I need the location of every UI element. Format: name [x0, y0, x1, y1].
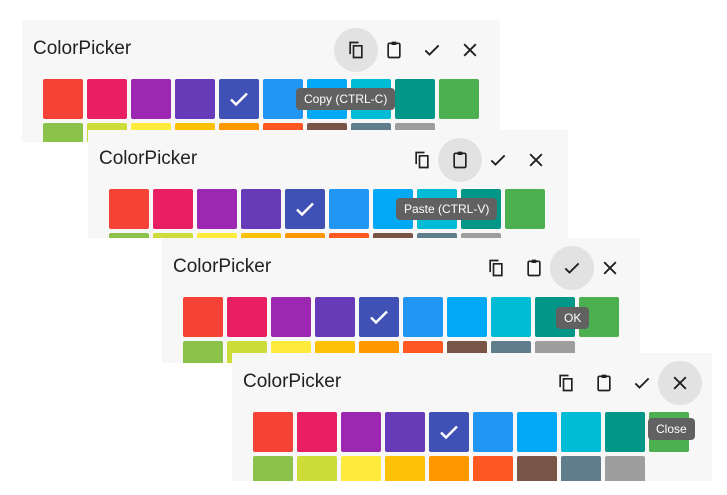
color-swatch[interactable]	[561, 456, 601, 481]
ok-button[interactable]	[420, 38, 444, 62]
color-swatch[interactable]	[439, 79, 479, 119]
color-swatch[interactable]	[109, 233, 149, 238]
close-button[interactable]	[658, 361, 702, 405]
copy-icon	[486, 258, 506, 278]
colorpicker-panel: ColorPicker	[162, 238, 640, 363]
paste-button[interactable]	[522, 256, 546, 280]
close-icon	[600, 258, 620, 278]
color-swatch[interactable]	[183, 341, 223, 363]
ok-button[interactable]	[630, 371, 654, 395]
color-swatch[interactable]	[329, 189, 369, 229]
paste-button[interactable]	[382, 38, 406, 62]
copy-icon	[412, 150, 432, 170]
copy-button[interactable]	[484, 256, 508, 280]
color-swatch[interactable]	[43, 79, 83, 119]
panel-title: ColorPicker	[99, 148, 198, 169]
panel-title: ColorPicker	[243, 371, 342, 392]
color-swatch[interactable]	[341, 412, 381, 452]
close-button[interactable]	[458, 38, 482, 62]
paste-button[interactable]	[438, 138, 482, 182]
paste-tooltip: Paste (CTRL-V)	[396, 198, 498, 220]
copy-icon	[346, 40, 366, 60]
color-swatch[interactable]	[517, 456, 557, 481]
copy-tooltip: Copy (CTRL-C)	[296, 88, 396, 110]
color-swatch[interactable]	[285, 189, 325, 229]
copy-button[interactable]	[410, 148, 434, 172]
paste-icon	[594, 373, 614, 393]
close-button[interactable]	[598, 256, 622, 280]
color-swatch[interactable]	[153, 189, 193, 229]
color-swatch[interactable]	[271, 297, 311, 337]
color-swatch[interactable]	[315, 297, 355, 337]
selected-check-icon	[227, 87, 251, 111]
close-button[interactable]	[524, 148, 548, 172]
color-swatch[interactable]	[605, 412, 645, 452]
color-swatch[interactable]	[561, 412, 601, 452]
selected-check-icon	[367, 305, 391, 329]
color-swatch[interactable]	[505, 189, 545, 229]
colorpicker-panel: ColorPicker	[232, 353, 712, 481]
color-swatch-grid	[253, 412, 689, 481]
color-swatch[interactable]	[43, 123, 83, 142]
ok-button[interactable]	[486, 148, 510, 172]
color-swatch[interactable]	[183, 297, 223, 337]
color-swatch[interactable]	[491, 297, 531, 337]
color-swatch[interactable]	[473, 456, 513, 481]
check-icon	[422, 40, 442, 60]
check-icon	[632, 373, 652, 393]
check-icon	[488, 150, 508, 170]
color-swatch[interactable]	[341, 456, 381, 481]
paste-button[interactable]	[592, 371, 616, 395]
color-swatch[interactable]	[517, 412, 557, 452]
color-swatch[interactable]	[227, 297, 267, 337]
color-swatch[interactable]	[473, 412, 513, 452]
color-swatch[interactable]	[395, 79, 435, 119]
color-swatch[interactable]	[175, 79, 215, 119]
color-swatch[interactable]	[447, 297, 487, 337]
color-swatch[interactable]	[403, 297, 443, 337]
ok-tooltip: OK	[556, 307, 590, 329]
close-icon	[526, 150, 546, 170]
close-icon	[460, 40, 480, 60]
color-swatch[interactable]	[131, 79, 171, 119]
colorpicker-panel: ColorPicker	[88, 130, 568, 238]
panel-title: ColorPicker	[33, 38, 132, 59]
color-swatch[interactable]	[219, 79, 259, 119]
color-swatch[interactable]	[87, 79, 127, 119]
check-icon	[562, 258, 582, 278]
color-swatch[interactable]	[253, 456, 293, 481]
color-swatch[interactable]	[385, 412, 425, 452]
color-swatch[interactable]	[297, 412, 337, 452]
selected-check-icon	[437, 420, 461, 444]
copy-icon	[556, 373, 576, 393]
paste-icon	[524, 258, 544, 278]
selected-check-icon	[293, 197, 317, 221]
colorpicker-panel: ColorPicker	[22, 20, 500, 142]
copy-button[interactable]	[334, 28, 378, 72]
paste-icon	[450, 150, 470, 170]
paste-icon	[384, 40, 404, 60]
color-swatch[interactable]	[109, 189, 149, 229]
color-swatch[interactable]	[297, 456, 337, 481]
color-swatch[interactable]	[359, 297, 399, 337]
color-swatch[interactable]	[241, 189, 281, 229]
copy-button[interactable]	[554, 371, 578, 395]
color-swatch[interactable]	[429, 456, 469, 481]
color-swatch[interactable]	[197, 189, 237, 229]
color-swatch[interactable]	[429, 412, 469, 452]
ok-button[interactable]	[550, 246, 594, 290]
color-swatch[interactable]	[385, 456, 425, 481]
color-swatch[interactable]	[253, 412, 293, 452]
close-tooltip: Close	[648, 418, 695, 440]
close-icon	[670, 373, 690, 393]
color-swatch[interactable]	[605, 456, 645, 481]
panel-title: ColorPicker	[173, 256, 272, 277]
